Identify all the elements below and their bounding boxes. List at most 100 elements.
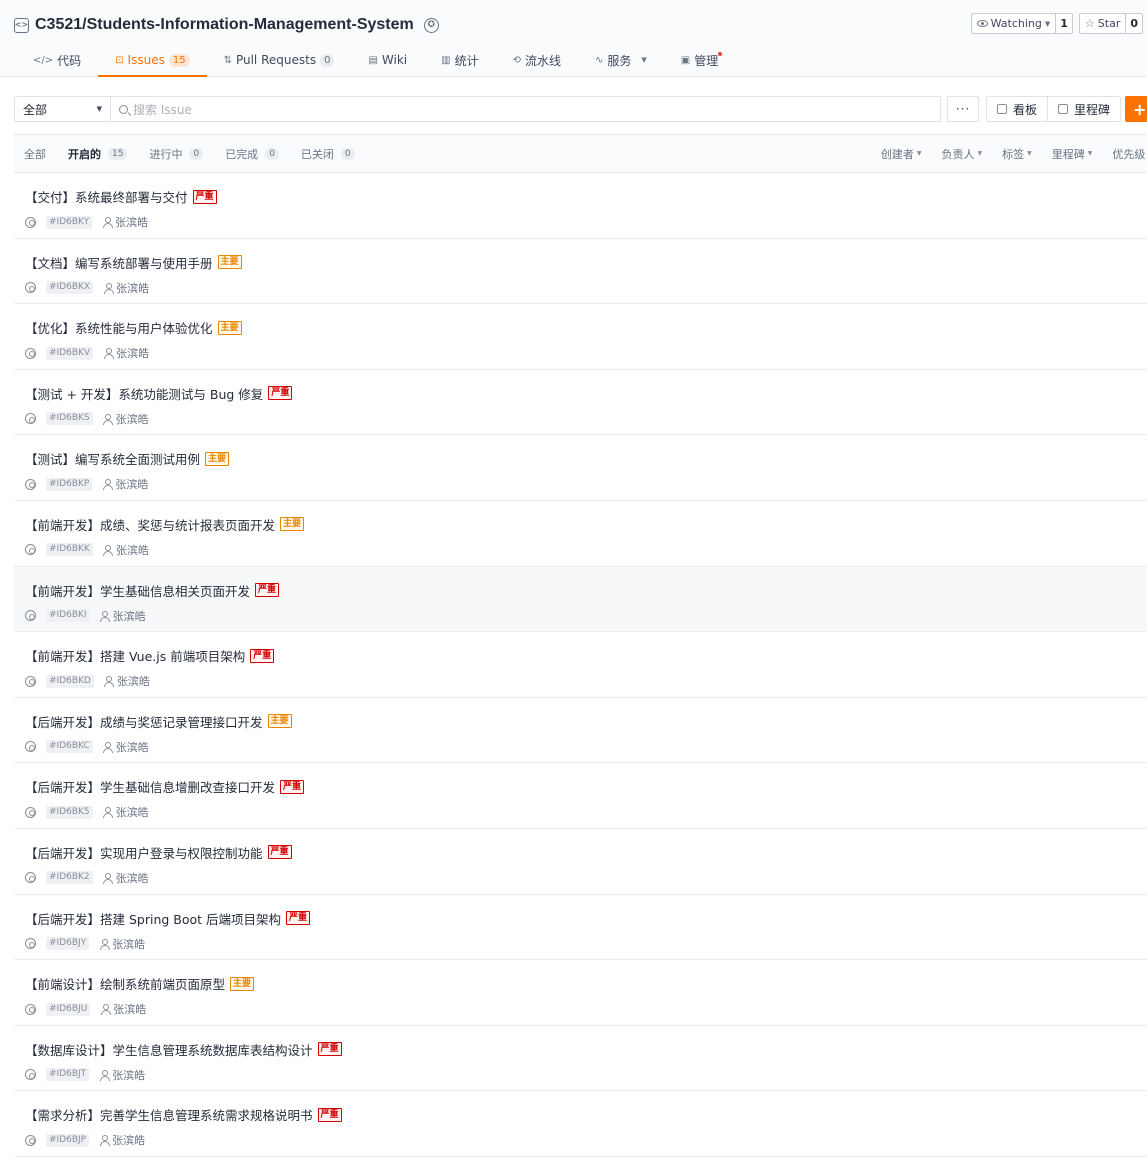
issue-title-link[interactable]: 【需求分析】完善学生信息管理系统需求规格说明书 [25,1105,313,1124]
assignee[interactable]: 张滨皓 [103,804,149,820]
assignee[interactable]: 张滨皓 [99,936,145,952]
assignee[interactable]: 张滨皓 [104,673,150,689]
tab-issues[interactable]: ⊡ Issues 15 [98,44,208,77]
issue-title-link[interactable]: 【文档】编写系统部署与使用手册 [25,253,213,272]
issue-id[interactable]: #ID6BKI [46,609,90,623]
issue-row[interactable]: 【测试 + 开发】系统功能测试与 Bug 修复 严重 #ID6BKS 张滨皓 [14,369,1147,436]
assignee[interactable]: 张滨皓 [103,411,149,427]
sort-filter-dropdown[interactable]: 优先级▼ [1112,146,1147,162]
milestone-button[interactable]: 里程碑 [1047,97,1120,121]
sort-filter-dropdown[interactable]: 负责人 ▼ [942,146,983,162]
issue-title-link[interactable]: 【数据库设计】学生信息管理系统数据库表结构设计 [25,1040,313,1059]
tab-pull-request[interactable]: ⇅ Pull Requests 0 [207,44,352,76]
assignee[interactable]: 张滨皓 [103,542,149,558]
status-tab[interactable]: 全部 [24,146,46,162]
sort-filter-label: 创建者 [880,147,914,161]
issue-id[interactable]: #ID6BJT [46,1068,90,1082]
issue-id[interactable]: #ID6BKC [46,740,93,754]
issue-id[interactable]: #ID6BKD [46,674,94,688]
issue-row[interactable]: 【后端开发】实现用户登录与权限控制功能 严重 #ID6BK2 张滨皓 [14,828,1147,895]
issue-id[interactable]: #ID6BK2 [46,871,93,885]
assignee[interactable]: 张滨皓 [102,476,148,492]
star-label: Star [1097,17,1121,30]
tab-service[interactable]: ∿ 服务 ▼ [578,44,664,76]
issue-id[interactable]: #ID6BJU [46,1002,91,1016]
issue-row[interactable]: 【前端开发】成绩、奖惩与统计报表页面开发 主要 #ID6BKK 张滨皓 [14,500,1147,567]
tab-stats[interactable]: ▥ 统计 [424,44,495,76]
assignee[interactable]: 张滨皓 [103,345,149,361]
issue-title-link[interactable]: 【测试】编写系统全面测试用例 [25,449,200,468]
issue-row[interactable]: 【后端开发】学生基础信息增删改查接口开发 严重 #ID6BK5 张滨皓 [14,763,1147,829]
issue-title-link[interactable]: 【后端开发】成绩与奖惩记录管理接口开发 [25,712,263,731]
assignee[interactable]: 张滨皓 [103,739,149,755]
tab-pipeline[interactable]: ⟲ 流水线 [496,44,578,76]
assignee[interactable]: 张滨皓 [103,870,149,886]
status-tab-label: 开启的 [68,147,101,161]
person-icon [103,872,114,884]
issue-row[interactable]: 【后端开发】成绩与奖惩记录管理接口开发 主要 #ID6BKC 张滨皓 [14,697,1147,764]
issue-title-link[interactable]: 【前端开发】学生基础信息相关页面开发 [25,581,250,600]
issue-row[interactable]: 【文档】编写系统部署与使用手册 主要 #ID6BKX 张滨皓 [14,238,1147,305]
repo-title[interactable]: C3521/Students-Information-Management-Sy… [35,16,414,34]
board-button[interactable]: 看板 [987,97,1047,121]
issue-id[interactable]: #ID6BKV [46,346,94,360]
issue-title-link[interactable]: 【后端开发】搭建 Spring Boot 后端项目架构 [25,909,281,928]
issue-title-link[interactable]: 【前端开发】搭建 Vue.js 前端项目架构 [25,646,245,665]
assignee[interactable]: 张滨皓 [100,608,146,624]
issue-id[interactable]: #ID6BK5 [46,805,93,819]
issue-id[interactable]: #ID6BKY [46,215,93,229]
status-tab[interactable]: 已完成 0 [225,146,279,162]
search-input[interactable]: 搜索 Issue [110,96,941,122]
issue-row[interactable]: 【后端开发】搭建 Spring Boot 后端项目架构 严重 #ID6BJY 张滨皓 [14,894,1147,961]
tab-code[interactable]: </> 代码 [16,44,98,76]
issue-id[interactable]: #ID6BJP [46,1133,90,1147]
issue-row[interactable]: 【需求分析】完善学生信息管理系统需求规格说明书 严重 #ID6BJP 张滨皓 [14,1091,1147,1157]
assignee[interactable]: 张滨皓 [100,1001,146,1017]
assignee[interactable]: 张滨皓 [99,1132,145,1148]
open-status-icon [25,347,36,359]
issue-row[interactable]: 【数据库设计】学生信息管理系统数据库表结构设计 严重 #ID6BJT 张滨皓 [14,1025,1147,1092]
issue-id[interactable]: #ID6BKS [46,412,93,426]
issue-id[interactable]: #ID6BKX [46,281,94,295]
issue-title-link[interactable]: 【后端开发】实现用户登录与权限控制功能 [25,843,263,862]
person-icon [100,610,111,622]
issue-title-link[interactable]: 【前端开发】成绩、奖惩与统计报表页面开发 [25,515,275,534]
status-tab[interactable]: 开启的 15 [68,146,128,162]
watch-button[interactable]: Watching ▼ [972,14,1057,33]
star-button-group: ☆ Star 0 [1078,13,1143,34]
award-icon[interactable]: ✪ [423,17,439,33]
issue-title-link[interactable]: 【测试 + 开发】系统功能测试与 Bug 修复 [25,384,263,403]
assignee-name: 张滨皓 [116,281,150,295]
status-tab[interactable]: 进行中 0 [149,146,204,162]
issue-row[interactable]: 【交付】系统最终部署与交付 严重 #ID6BKY 张滨皓 [14,173,1147,239]
issue-meta: #ID6BKD 张滨皓 [25,673,150,689]
issue-row[interactable]: 【前端开发】搭建 Vue.js 前端项目架构 严重 #ID6BKD 张滨皓 [14,632,1147,698]
issue-title-link[interactable]: 【优化】系统性能与用户体验优化 [25,318,213,337]
new-issue-button[interactable]: + [1125,96,1147,122]
issue-id[interactable]: #ID6BKP [46,477,93,491]
issue-row[interactable]: 【前端设计】绘制系统前端页面原型 主要 #ID6BJU 张滨皓 [14,960,1147,1026]
assignee-name: 张滨皓 [115,216,149,229]
status-tab[interactable]: 已关闭 0 [301,146,355,162]
assignee[interactable]: 张滨皓 [99,1067,145,1083]
star-count[interactable]: 0 [1126,14,1142,33]
scope-select[interactable]: 全部 ▼ [14,96,110,122]
tab-wiki[interactable]: ▤ Wiki [351,44,424,76]
issue-row[interactable]: 【优化】系统性能与用户体验优化 主要 #ID6BKV 张滨皓 [14,304,1147,370]
sort-filter-dropdown[interactable]: 创建者 ▼ [881,146,922,162]
issue-id[interactable]: #ID6BJY [46,937,90,951]
sort-filter-dropdown[interactable]: 标签 ▼ [1002,146,1032,162]
watch-count[interactable]: 1 [1056,14,1072,33]
issue-title-link[interactable]: 【后端开发】学生基础信息增删改查接口开发 [25,777,275,796]
tab-manage[interactable]: ▣ 管理 [664,44,735,76]
assignee[interactable]: 张滨皓 [103,280,149,296]
issue-row[interactable]: 【测试】编写系统全面测试用例 主要 #ID6BKP 张滨皓 [14,435,1147,501]
more-options-button[interactable]: ··· [947,96,979,122]
issue-row[interactable]: 【前端开发】学生基础信息相关页面开发 严重 #ID6BKI 张滨皓 [14,566,1147,633]
star-button[interactable]: ☆ Star [1080,14,1127,33]
assignee[interactable]: 张滨皓 [102,214,148,230]
issue-title-link[interactable]: 【交付】系统最终部署与交付 [25,187,188,206]
issue-id[interactable]: #ID6BKK [46,543,93,557]
sort-filter-dropdown[interactable]: 里程碑 ▼ [1052,146,1093,162]
issue-title-link[interactable]: 【前端设计】绘制系统前端页面原型 [25,974,225,993]
